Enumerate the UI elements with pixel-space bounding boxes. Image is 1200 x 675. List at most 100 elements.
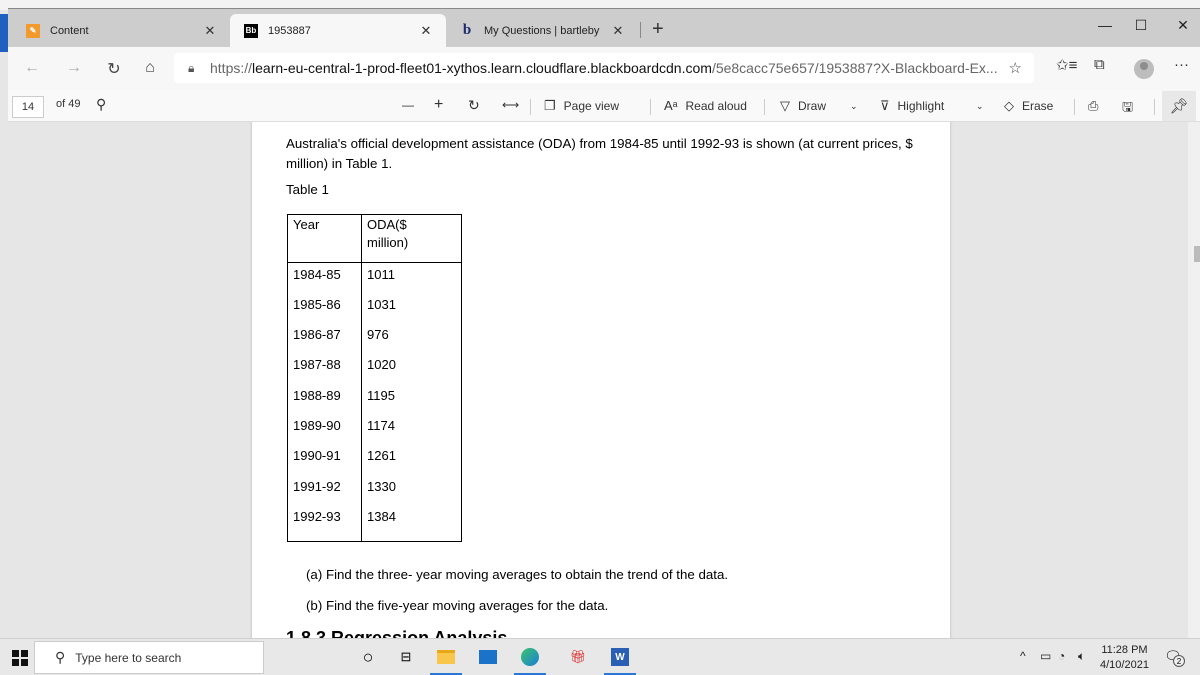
more-menu-icon[interactable]: ··· <box>1174 56 1189 73</box>
table-row: 1984-85 1011 <box>287 262 462 293</box>
draw-icon: ▽ <box>780 98 790 113</box>
table-row: 1986-87 976 <box>287 323 462 354</box>
page-view-icon: ❐ <box>544 98 556 113</box>
oda-value-cell: 1384 <box>361 504 462 543</box>
close-tab-icon[interactable]: ✕ <box>202 23 218 39</box>
zoom-in-button[interactable]: + <box>434 96 443 114</box>
windows-taskbar: ⚲ Type here to search ○ ⊟ 🎁︎ W ^ ▭ ◔ 🔈︎ … <box>0 638 1200 675</box>
windows-start-icon[interactable] <box>12 650 28 666</box>
task-view-icon[interactable]: ⊟ <box>394 645 418 669</box>
highlight-label: Highlight <box>897 99 945 113</box>
scrollbar-thumb[interactable] <box>1194 246 1200 262</box>
navigation-bar: ← → ↻ ⌂ 🔒︎ https:// learn-eu-central-1-p… <box>8 47 1200 91</box>
word-icon[interactable]: W <box>604 645 636 675</box>
maximize-button[interactable]: ☐ <box>1126 17 1156 34</box>
zoom-out-button[interactable]: — <box>402 98 414 112</box>
draw-options-chevron-icon[interactable]: ⌄ <box>850 101 858 112</box>
search-icon[interactable]: ⚲ <box>96 96 106 113</box>
draw-label: Draw <box>798 99 827 113</box>
close-window-button[interactable]: ✕ <box>1168 17 1198 34</box>
fit-page-icon[interactable]: ⟷ <box>502 98 519 112</box>
oda-value-cell: 1020 <box>361 353 462 384</box>
cortana-icon[interactable]: ○ <box>356 645 380 669</box>
save-icon[interactable]: 🖫 <box>1122 98 1133 120</box>
file-explorer-icon[interactable] <box>430 645 462 675</box>
oda-value-cell: 1174 <box>361 413 462 445</box>
table-row: 1987-88 1020 <box>287 353 462 384</box>
tab-content[interactable]: ✎ Content ✕ <box>12 14 230 47</box>
intro-paragraph: Australia's official development assista… <box>286 136 913 171</box>
edge-browser-icon[interactable] <box>514 645 546 675</box>
back-button[interactable]: ← <box>22 59 42 77</box>
address-bar[interactable]: 🔒︎ https:// learn-eu-central-1-prod-flee… <box>174 53 1034 83</box>
minimize-button[interactable]: — <box>1090 17 1120 33</box>
oda-value-cell: 1195 <box>361 383 462 414</box>
tab-1953887[interactable]: Bb 1953887 ✕ <box>230 14 446 47</box>
pencil-icon: ✎ <box>26 23 40 38</box>
pdf-toolbar: 14 of 49 ⚲ — + ↻ ⟷ ❐ Page view Aᵃ Read a… <box>8 91 1200 122</box>
notification-count-badge: 2 <box>1173 655 1185 667</box>
vertical-scrollbar[interactable] <box>1188 122 1200 639</box>
oda-value-cell: 976 <box>361 323 462 354</box>
home-button[interactable]: ⌂ <box>140 59 160 77</box>
table-row: 1989-90 1174 <box>287 413 462 445</box>
search-placeholder: Type here to search <box>75 650 182 665</box>
column-header-year: Year <box>287 214 362 263</box>
draw-button[interactable]: ▽ Draw <box>780 98 826 114</box>
pdf-page: Australia's official development assista… <box>252 122 950 639</box>
oda-value-cell: 1261 <box>361 444 462 475</box>
highlight-options-chevron-icon[interactable]: ⌄ <box>976 101 984 112</box>
column-header-oda: ODA($ million) <box>361 214 462 263</box>
highlight-button[interactable]: ⊽ Highlight <box>880 98 944 114</box>
new-tab-button[interactable]: + <box>652 19 664 39</box>
favorites-icon[interactable]: ✩≡ <box>1056 56 1077 74</box>
read-aloud-button[interactable]: Aᵃ Read aloud <box>664 98 747 113</box>
show-hidden-icons-chevron[interactable]: ^ <box>1020 649 1026 663</box>
toolbar-divider <box>1074 99 1075 115</box>
bartleby-icon: b <box>462 22 472 38</box>
url-scheme: https:// <box>210 60 253 76</box>
year-cell: 1989-90 <box>287 413 362 445</box>
url-host: learn-eu-central-1-prod-fleet01-xythos.l… <box>252 60 712 76</box>
oda-value-cell: 1031 <box>361 292 462 324</box>
table-row: 1985-86 1031 <box>287 292 462 324</box>
battery-icon[interactable]: ▭ <box>1040 649 1051 663</box>
add-favorite-icon[interactable]: ☆ <box>1009 59 1022 77</box>
print-icon[interactable]: ⎙ <box>1088 98 1098 114</box>
collections-icon[interactable]: ⧉ <box>1094 56 1105 73</box>
wifi-icon[interactable]: ◔ <box>1058 649 1065 663</box>
year-cell: 1985-86 <box>287 292 362 324</box>
tab-bartleby[interactable]: b My Questions | bartleby ✕ <box>446 14 638 47</box>
profile-avatar[interactable] <box>1134 59 1154 79</box>
close-tab-icon[interactable]: ✕ <box>418 23 434 39</box>
table-caption: Table 1 <box>286 182 329 197</box>
tab-title: 1953887 <box>268 24 311 37</box>
background-window-edge <box>0 10 8 638</box>
gift-app-icon[interactable]: 🎁︎ <box>566 645 590 669</box>
table-row: 1991-92 1330 <box>287 474 462 505</box>
year-cell: 1988-89 <box>287 383 362 414</box>
year-cell: 1987-88 <box>287 353 362 384</box>
mail-icon[interactable] <box>476 645 500 669</box>
close-tab-icon[interactable]: ✕ <box>610 23 626 39</box>
oda-value-cell: 1011 <box>361 262 462 293</box>
eraser-icon: ◇ <box>1004 98 1014 113</box>
forward-button[interactable]: → <box>64 59 84 77</box>
system-clock[interactable]: 11:28 PM 4/10/2021 <box>1100 643 1149 673</box>
page-view-button[interactable]: ❐ Page view <box>544 98 619 114</box>
page-number-input[interactable]: 14 <box>12 96 44 118</box>
toolbar-divider <box>530 99 531 115</box>
question-b: (b) Find the five-year moving averages f… <box>306 598 609 613</box>
pin-toolbar-icon[interactable]: 📌︎ <box>1162 91 1196 121</box>
blackboard-icon: Bb <box>244 23 258 38</box>
erase-button[interactable]: ◇ Erase <box>1004 98 1053 114</box>
taskbar-search-input[interactable]: ⚲ Type here to search <box>34 641 264 674</box>
action-center-icon[interactable]: 🗨︎ 2 <box>1164 648 1185 667</box>
erase-label: Erase <box>1022 99 1054 113</box>
table-row: 1992-93 1384 <box>287 504 462 543</box>
rotate-icon[interactable]: ↻ <box>468 97 480 114</box>
year-cell: 1984-85 <box>287 262 362 293</box>
year-cell: 1986-87 <box>287 323 362 354</box>
refresh-button[interactable]: ↻ <box>104 59 124 79</box>
volume-icon[interactable]: 🔈︎ <box>1078 649 1085 664</box>
